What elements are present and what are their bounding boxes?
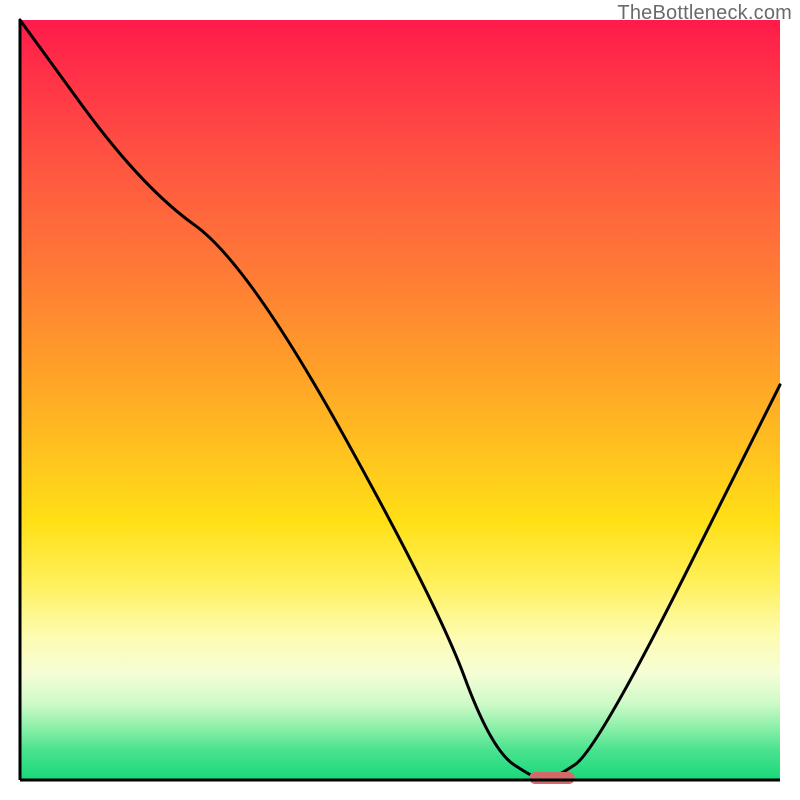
chart-stage: TheBottleneck.com <box>0 0 800 800</box>
axes-layer <box>0 0 800 800</box>
watermark-text: TheBottleneck.com <box>617 2 792 25</box>
